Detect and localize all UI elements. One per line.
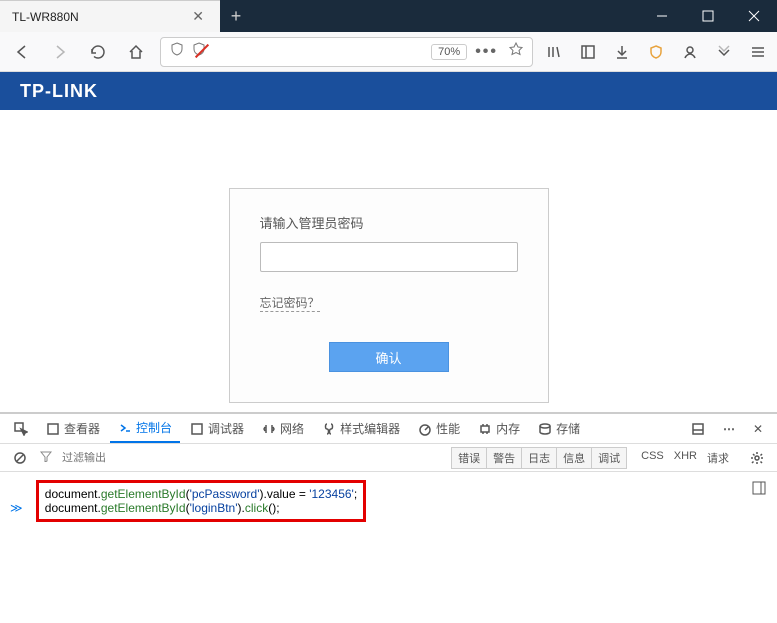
tab-title: TL-WR880N [12, 10, 188, 24]
console-filter-bar: 错误 警告 日志 信息 调试 CSS XHR 请求 [0, 444, 777, 472]
library-icon[interactable] [543, 38, 565, 66]
page-content: TP-LINK 请输入管理员密码 忘记密码？ 确认 [0, 72, 777, 412]
forgot-password-link[interactable]: 忘记密码？ [260, 294, 320, 312]
shield-icon [169, 41, 185, 62]
tab-performance[interactable]: 性能 [410, 415, 468, 443]
window-titlebar: TL-WR880N ✕ + [0, 0, 777, 32]
code-line-1: document.getElementById('pcPassword').va… [45, 487, 357, 501]
sidebar-icon[interactable] [577, 38, 599, 66]
reload-button[interactable] [84, 38, 112, 66]
level-info[interactable]: 信息 [556, 447, 592, 469]
console-settings-icon[interactable] [743, 444, 771, 472]
tab-console[interactable]: 控制台 [110, 415, 180, 443]
filter-requests[interactable]: 请求 [707, 450, 729, 466]
devtools-panel: 查看器 控制台 调试器 网络 样式编辑器 性能 内存 存储 ⋯ ✕ 错误 警告 … [0, 412, 777, 623]
login-confirm-button[interactable]: 确认 [329, 342, 449, 372]
console-filter-input[interactable] [58, 452, 446, 464]
password-label: 请输入管理员密码 [260, 213, 518, 232]
tab-storage[interactable]: 存储 [530, 415, 588, 443]
back-button[interactable] [8, 38, 36, 66]
level-log[interactable]: 日志 [521, 447, 557, 469]
tab-debugger[interactable]: 调试器 [182, 415, 252, 443]
forward-button[interactable] [46, 38, 74, 66]
overflow-icon[interactable] [713, 38, 735, 66]
new-tab-button[interactable]: + [220, 0, 252, 32]
level-debug[interactable]: 调试 [591, 447, 627, 469]
clear-console-icon[interactable] [6, 444, 34, 472]
browser-tab[interactable]: TL-WR880N ✕ [0, 0, 220, 32]
window-controls [639, 0, 777, 32]
console-prompt-icon: ≫ [10, 501, 23, 515]
minimize-button[interactable] [639, 0, 685, 32]
tab-memory[interactable]: 内存 [470, 415, 528, 443]
filter-css[interactable]: CSS [641, 450, 664, 466]
filter-icon [40, 449, 52, 467]
password-input[interactable] [260, 242, 518, 272]
devtools-close-icon[interactable]: ✕ [745, 415, 771, 443]
level-warn[interactable]: 警告 [486, 447, 522, 469]
brand-header: TP-LINK [0, 72, 777, 110]
level-error[interactable]: 错误 [451, 447, 487, 469]
console-extra-filters: CSS XHR 请求 [633, 450, 737, 466]
highlighted-code: document.getElementById('pcPassword').va… [36, 480, 366, 522]
urlbar-actions: ••• [475, 41, 524, 62]
toolbar-right-icons [543, 38, 769, 66]
account-icon[interactable] [679, 38, 701, 66]
brand-logo: TP-LINK [20, 81, 98, 102]
tab-style-editor[interactable]: 样式编辑器 [314, 415, 408, 443]
tab-close-button[interactable]: ✕ [188, 8, 208, 25]
page-actions-icon[interactable]: ••• [475, 43, 498, 61]
devtools-more-icon[interactable]: ⋯ [715, 415, 743, 443]
devtools-dock-icon[interactable] [683, 415, 713, 443]
code-line-2: document.getElementById('loginBtn').clic… [45, 501, 357, 515]
browser-toolbar: 70% ••• [0, 32, 777, 72]
devtools-picker-icon[interactable] [6, 415, 36, 443]
tab-inspector[interactable]: 查看器 [38, 415, 108, 443]
home-button[interactable] [122, 38, 150, 66]
zoom-indicator[interactable]: 70% [431, 44, 467, 60]
console-output[interactable]: ≫ document.getElementById('pcPassword').… [0, 472, 777, 623]
ublock-icon[interactable] [645, 38, 667, 66]
shield-slash-icon [191, 41, 207, 62]
maximize-button[interactable] [685, 0, 731, 32]
bookmark-star-icon[interactable] [508, 41, 524, 62]
filter-xhr[interactable]: XHR [674, 450, 697, 466]
close-button[interactable] [731, 0, 777, 32]
login-panel: 请输入管理员密码 忘记密码？ 确认 [229, 188, 549, 403]
console-sidebar-toggle-icon[interactable] [751, 480, 767, 499]
urlbar-security-icons [169, 41, 207, 62]
log-level-filters: 错误 警告 日志 信息 调试 [452, 447, 627, 469]
tab-network[interactable]: 网络 [254, 415, 312, 443]
address-bar[interactable]: 70% ••• [160, 37, 533, 67]
downloads-icon[interactable] [611, 38, 633, 66]
menu-icon[interactable] [747, 38, 769, 66]
devtools-tabs: 查看器 控制台 调试器 网络 样式编辑器 性能 内存 存储 ⋯ ✕ [0, 414, 777, 444]
